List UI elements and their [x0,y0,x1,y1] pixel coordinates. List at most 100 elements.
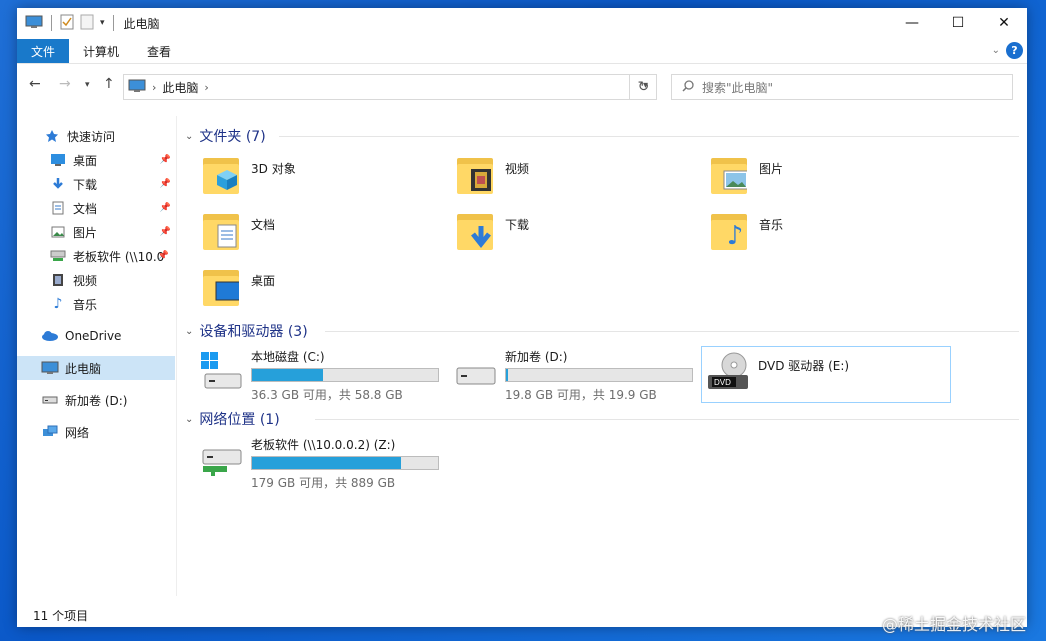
folder-label: 桌面 [251,274,276,288]
sidebar-item-label: 老板软件 (\\10.0 [73,249,165,264]
pc-icon [25,15,43,32]
maximize-button[interactable]: ☐ [935,8,981,38]
sidebar-item-label: 快速访问 [67,129,116,144]
sidebar-item-label: 音乐 [73,297,98,312]
drive-dvd-e[interactable]: DVD DVD 驱动器 (E:) [701,346,951,403]
back-button[interactable]: ← [29,76,41,92]
windows-drive-icon [199,348,243,398]
drive-free-space: 36.3 GB 可用，共 58.8 GB [251,388,403,402]
drive-c[interactable]: 本地磁盘 (C:) 36.3 GB 可用，共 58.8 GB [199,348,439,408]
forward-button[interactable]: → [59,76,71,92]
drive-usage-fill [252,369,323,381]
document-icon [215,224,239,248]
sidebar-item-drive-d[interactable]: 新加卷 (D:) [17,388,175,412]
ribbon-tabs: 文件 计算机 查看 ⌄ ? [17,38,1027,64]
address-bar[interactable]: › 此电脑 › ▾ [123,74,657,100]
folder-videos[interactable]: 视频 [455,154,529,206]
folder-label: 3D 对象 [251,162,296,176]
pin-icon[interactable]: 📌 [160,227,171,237]
folder-icon [455,210,499,254]
network-drive-z[interactable]: 老板软件 (\\10.0.0.2) (Z:) 179 GB 可用，共 889 G… [199,436,439,496]
svg-text:DVD: DVD [714,378,731,387]
network-icon [41,424,59,440]
new-folder-icon[interactable] [80,14,94,33]
ribbon-right-controls: ⌄ ? [992,42,1023,59]
breadcrumb-chevron-icon[interactable]: › [152,81,156,94]
search-input[interactable]: 搜索"此电脑" [671,74,1013,100]
folder-icon [201,154,245,198]
help-icon[interactable]: ? [1006,42,1023,59]
folder-icon [455,154,499,198]
expand-ribbon-icon[interactable]: ⌄ [992,45,1000,56]
folder-downloads[interactable]: 下载 [455,210,529,262]
download-icon [49,176,67,192]
window-controls: — ☐ ✕ [889,8,1027,38]
toolbar-divider [51,15,52,31]
film-icon [469,168,493,192]
tab-view[interactable]: 查看 [133,39,185,63]
breadcrumb-chevron-icon[interactable]: › [204,81,208,94]
sidebar-item-quick-access[interactable]: 快速访问 [17,124,175,148]
minimize-button[interactable]: — [889,8,935,38]
group-header-folders[interactable]: ⌄ 文件夹 (7) [185,126,266,146]
download-arrow-icon [469,224,493,248]
properties-icon[interactable] [60,14,74,33]
folder-icon [201,210,245,254]
collapse-caret-icon[interactable]: ⌄ [185,414,193,425]
sidebar-item-network[interactable]: 网络 [17,420,175,444]
folder-label: 视频 [505,162,530,176]
pin-icon[interactable]: 📌 [158,251,169,261]
sidebar-item-this-pc[interactable]: 此电脑 [17,356,175,380]
drive-free-space: 179 GB 可用，共 889 GB [251,476,396,490]
sidebar-item-desktop[interactable]: 桌面 📌 [17,148,175,172]
folder-music[interactable]: ♪ 音乐 [709,210,783,262]
group-header-network[interactable]: ⌄ 网络位置 (1) [185,409,280,429]
group-title: 网络位置 (1) [199,412,280,428]
monitor-icon [215,280,239,304]
drive-usage-fill [252,457,401,469]
sidebar-item-downloads[interactable]: 下载 📌 [17,172,175,196]
sidebar-item-documents[interactable]: 文档 📌 [17,196,175,220]
group-divider [279,136,1019,137]
up-button[interactable]: ↑ [103,76,115,92]
folder-label: 文档 [251,218,276,232]
customize-toolbar-dropdown-icon[interactable]: ▾ [100,18,105,28]
group-divider [315,419,1019,420]
navigation-pane: 快速访问 桌面 📌 下载 📌 文档 📌 图片 📌 老板软件 (\\10.0 📌 [17,116,177,596]
star-icon [43,128,61,144]
sidebar-item-label: 新加卷 (D:) [65,393,128,408]
close-button[interactable]: ✕ [981,8,1027,38]
network-drive-icon [49,248,67,264]
title-bar: ▾ 此电脑 — ☐ ✕ [17,8,1027,38]
sidebar-item-onedrive[interactable]: OneDrive [17,324,175,348]
drive-label: 老板软件 (\\10.0.0.2) (Z:) [251,438,396,452]
sidebar-item-network-drive[interactable]: 老板软件 (\\10.0 📌 [17,244,173,268]
collapse-caret-icon[interactable]: ⌄ [185,131,193,142]
sidebar-item-label: 网络 [65,425,90,440]
sidebar-item-pictures[interactable]: 图片 📌 [17,220,175,244]
cube-icon [215,168,239,192]
folder-pictures[interactable]: 图片 [709,154,783,206]
collapse-caret-icon[interactable]: ⌄ [185,326,193,337]
drive-d[interactable]: 新加卷 (D:) 19.8 GB 可用，共 19.9 GB [453,348,693,408]
recent-locations-dropdown[interactable]: ▾ [85,80,90,90]
item-count: 11 个项目 [33,608,89,623]
tab-file[interactable]: 文件 [17,39,70,63]
folder-desktop[interactable]: 桌面 [201,266,275,318]
navigation-bar: ← → ▾ ↑ › 此电脑 › ▾ ↻ 搜索"此电脑" [17,70,1027,104]
group-header-devices[interactable]: ⌄ 设备和驱动器 (3) [185,321,308,341]
network-drive-icon [199,436,243,486]
folder-3d-objects[interactable]: 3D 对象 [201,154,296,206]
group-title: 文件夹 (7) [199,129,266,145]
sidebar-item-music[interactable]: ♪ 音乐 [17,292,175,316]
window-title: 此电脑 [123,16,160,31]
refresh-button[interactable]: ↻ [629,74,657,100]
pin-icon[interactable]: 📌 [160,203,171,213]
pin-icon[interactable]: 📌 [160,155,171,165]
sidebar-item-videos[interactable]: 视频 [17,268,175,292]
tab-computer[interactable]: 计算机 [69,39,133,63]
pin-icon[interactable]: 📌 [160,179,171,189]
sidebar-item-label: 文档 [73,201,98,216]
folder-documents[interactable]: 文档 [201,210,275,262]
breadcrumb-this-pc[interactable]: 此电脑 [162,79,198,96]
